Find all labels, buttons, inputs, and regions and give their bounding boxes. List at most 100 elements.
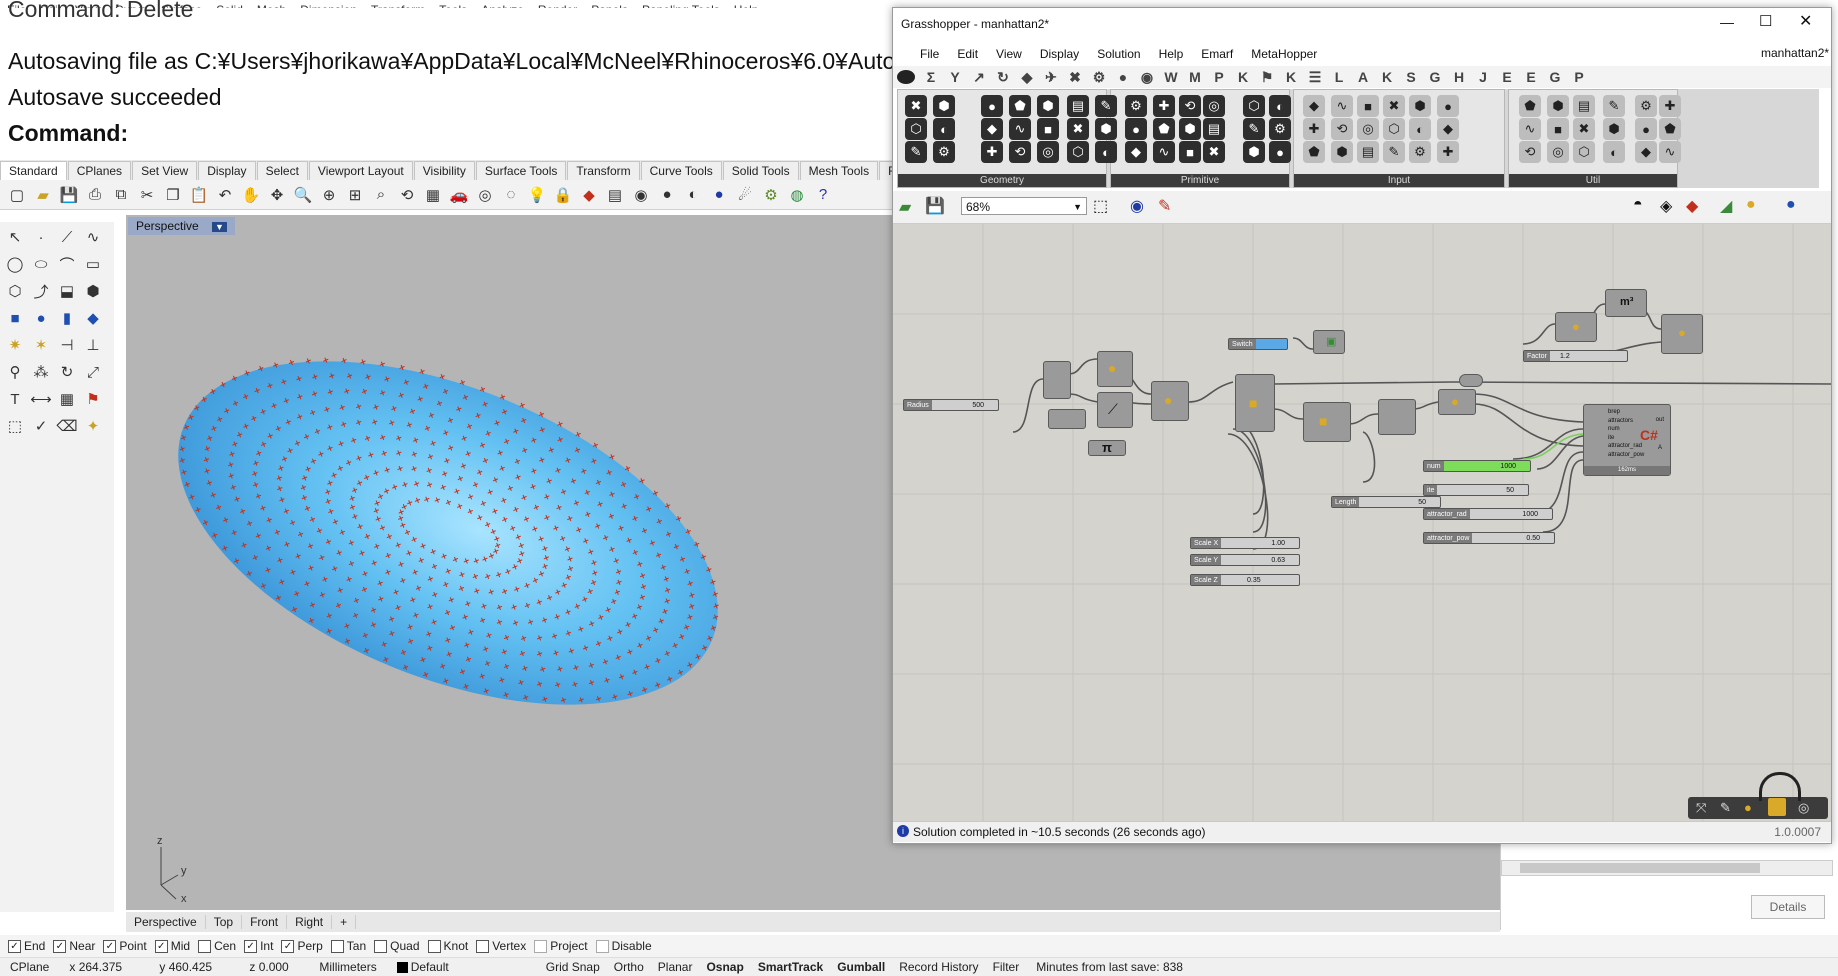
gh-tab-5[interactable]: ✈ xyxy=(1039,69,1063,86)
box-icon[interactable]: ■ xyxy=(4,307,26,329)
gh-tab-14[interactable]: ⚑ xyxy=(1255,69,1279,86)
ribbon-component-icon-27[interactable]: ⟲ xyxy=(1179,95,1201,117)
ribbon-component-icon-68[interactable]: ◐ xyxy=(1603,141,1625,163)
display-mode-icon[interactable]: ● xyxy=(1746,196,1756,214)
dimension-icon[interactable]: ⟷ xyxy=(30,388,52,410)
paste-icon[interactable]: 📋 xyxy=(188,184,210,206)
gh-component-populate[interactable]: ● xyxy=(1438,389,1476,415)
osnap-checkbox-perp[interactable]: ✓ xyxy=(281,939,295,953)
render-icon[interactable]: ☄ xyxy=(734,184,756,206)
slider-factor[interactable]: Factor 1.2 xyxy=(1523,350,1628,362)
gh-tab-18[interactable]: A xyxy=(1351,69,1375,85)
gh-component-deconstruct[interactable] xyxy=(1043,361,1071,399)
viewport-tab-right[interactable]: Right xyxy=(287,915,333,929)
ribbon-component-icon-29[interactable]: ■ xyxy=(1179,141,1201,163)
gh-component-function[interactable] xyxy=(1048,409,1086,429)
gh-menu-display[interactable]: Display xyxy=(1031,47,1088,61)
slider-scale-z[interactable]: Scale Z 0.35 xyxy=(1190,574,1300,586)
ribbon-component-icon-60[interactable]: ⬢ xyxy=(1547,95,1569,117)
properties-icon[interactable]: ▤ xyxy=(604,184,626,206)
ribbon-component-icon-53[interactable]: ⚙ xyxy=(1409,141,1431,163)
gh-tab-0[interactable]: Σ xyxy=(919,69,943,85)
ribbon-component-icon-63[interactable]: ▤ xyxy=(1573,95,1595,117)
globe-icon[interactable]: ◍ xyxy=(786,184,808,206)
tab-cplanes[interactable]: CPlanes xyxy=(67,161,132,180)
copy-clipboard-icon[interactable]: ❐ xyxy=(162,184,184,206)
grid-icon[interactable]: ▦ xyxy=(422,184,444,206)
pan-hand-icon[interactable]: ✋ xyxy=(240,184,262,206)
gh-tab-22[interactable]: H xyxy=(1447,69,1471,85)
status-cplane[interactable]: CPlane xyxy=(0,960,59,974)
ribbon-component-icon-56[interactable]: ✚ xyxy=(1437,141,1459,163)
ribbon-component-icon-35[interactable]: ⬢ xyxy=(1243,141,1265,163)
gh-tab-20[interactable]: S xyxy=(1399,69,1423,85)
gh-tab-15[interactable]: K xyxy=(1279,69,1303,85)
ribbon-component-icon-67[interactable]: ⬢ xyxy=(1603,118,1625,140)
tab-transform[interactable]: Transform xyxy=(567,161,640,180)
osnap-near[interactable]: ✓ Near xyxy=(53,939,95,953)
slider-ite[interactable]: ite 50 xyxy=(1423,484,1529,496)
gh-menu-edit[interactable]: Edit xyxy=(948,47,987,61)
ribbon-component-icon-11[interactable]: ⟲ xyxy=(1009,141,1031,163)
minimize-icon[interactable]: — xyxy=(1720,14,1734,30)
ribbon-component-icon-51[interactable]: ⬢ xyxy=(1409,95,1431,117)
osnap-checkbox-project[interactable] xyxy=(534,939,548,953)
gh-component-scale[interactable]: ● xyxy=(1661,314,1703,354)
ribbon-component-icon-40[interactable]: ✚ xyxy=(1303,118,1325,140)
ribbon-component-icon-70[interactable]: ● xyxy=(1635,118,1657,140)
status-toggle-planar[interactable]: Planar xyxy=(651,960,700,974)
ribbon-component-icon-26[interactable]: ∿ xyxy=(1153,141,1175,163)
check-icon[interactable]: ✓ xyxy=(30,415,52,437)
gh-tab-4[interactable]: ◆ xyxy=(1015,69,1039,86)
osnap-checkbox-int[interactable]: ✓ xyxy=(244,939,258,953)
gh-tab-1[interactable]: Y xyxy=(943,69,967,85)
ribbon-component-icon-14[interactable]: ◎ xyxy=(1037,141,1059,163)
osnap-checkbox-tan[interactable] xyxy=(330,939,344,953)
viewport-tab-top[interactable]: Top xyxy=(206,915,243,929)
analyze-icon[interactable]: ⚑ xyxy=(82,388,104,410)
osnap-quad[interactable]: Quad xyxy=(374,939,420,953)
ribbon-component-icon-20[interactable]: ◐ xyxy=(1095,141,1117,163)
ribbon-component-icon-73[interactable]: ⬟ xyxy=(1659,118,1681,140)
ribbon-component-icon-48[interactable]: ✖ xyxy=(1383,95,1405,117)
ribbon-component-icon-12[interactable]: ⬢ xyxy=(1037,95,1059,117)
status-toggle-gumball[interactable]: Gumball xyxy=(830,960,892,974)
ribbon-component-icon-47[interactable]: ▤ xyxy=(1357,141,1379,163)
polygon-icon[interactable]: ⬡ xyxy=(4,280,26,302)
ribbon-component-icon-69[interactable]: ⚙ xyxy=(1635,95,1657,117)
tab-viewport-layout[interactable]: Viewport Layout xyxy=(308,161,413,180)
boolean-icon[interactable]: ✷ xyxy=(4,334,26,356)
ribbon-component-icon-9[interactable]: ⬟ xyxy=(1009,95,1031,117)
osnap-knot[interactable]: Knot xyxy=(427,939,468,953)
tab-display[interactable]: Display xyxy=(198,161,256,180)
circle-icon[interactable]: ◯ xyxy=(4,253,26,275)
gh-component-mass[interactable]: m³ xyxy=(1605,289,1647,317)
ribbon-component-icon-18[interactable]: ✎ xyxy=(1095,95,1117,117)
slider-length[interactable]: Length 50 xyxy=(1331,496,1441,508)
ribbon-component-icon-57[interactable]: ⬟ xyxy=(1519,95,1541,117)
snapshot-icon[interactable]: ◎ xyxy=(474,184,496,206)
ribbon-component-icon-21[interactable]: ⚙ xyxy=(1125,95,1147,117)
ribbon-component-icon-66[interactable]: ✎ xyxy=(1603,95,1625,117)
gh-tab-17[interactable]: L xyxy=(1327,69,1351,85)
command-prompt[interactable]: Command: xyxy=(8,120,128,147)
status-toggle-ortho[interactable]: Ortho xyxy=(607,960,651,974)
osnap-checkbox-disable[interactable] xyxy=(595,939,609,953)
details-button[interactable]: Details xyxy=(1751,895,1825,919)
slider-radius[interactable]: Radius 500 xyxy=(903,399,999,411)
cut-icon[interactable]: ✂ xyxy=(136,184,158,206)
gh-tab-13[interactable]: K xyxy=(1231,69,1255,85)
ribbon-component-icon-19[interactable]: ⬢ xyxy=(1095,118,1117,140)
osnap-checkbox-vertex[interactable] xyxy=(476,939,490,953)
ribbon-component-icon-33[interactable]: ⬡ xyxy=(1243,95,1265,117)
osnap-checkbox-knot[interactable] xyxy=(427,939,441,953)
gh-component-scale-nu[interactable]: ■ xyxy=(1235,374,1275,432)
tab-select[interactable]: Select xyxy=(256,161,308,180)
tab-mesh-tools[interactable]: Mesh Tools xyxy=(799,161,879,180)
ribbon-component-icon-22[interactable]: ● xyxy=(1125,118,1147,140)
gh-tab-3[interactable]: ↻ xyxy=(991,69,1015,86)
osnap-int[interactable]: ✓ Int xyxy=(244,939,273,953)
curve-icon[interactable]: ∿ xyxy=(82,226,104,248)
gh-relay[interactable] xyxy=(1459,374,1483,387)
help-icon[interactable]: ? xyxy=(812,184,834,206)
